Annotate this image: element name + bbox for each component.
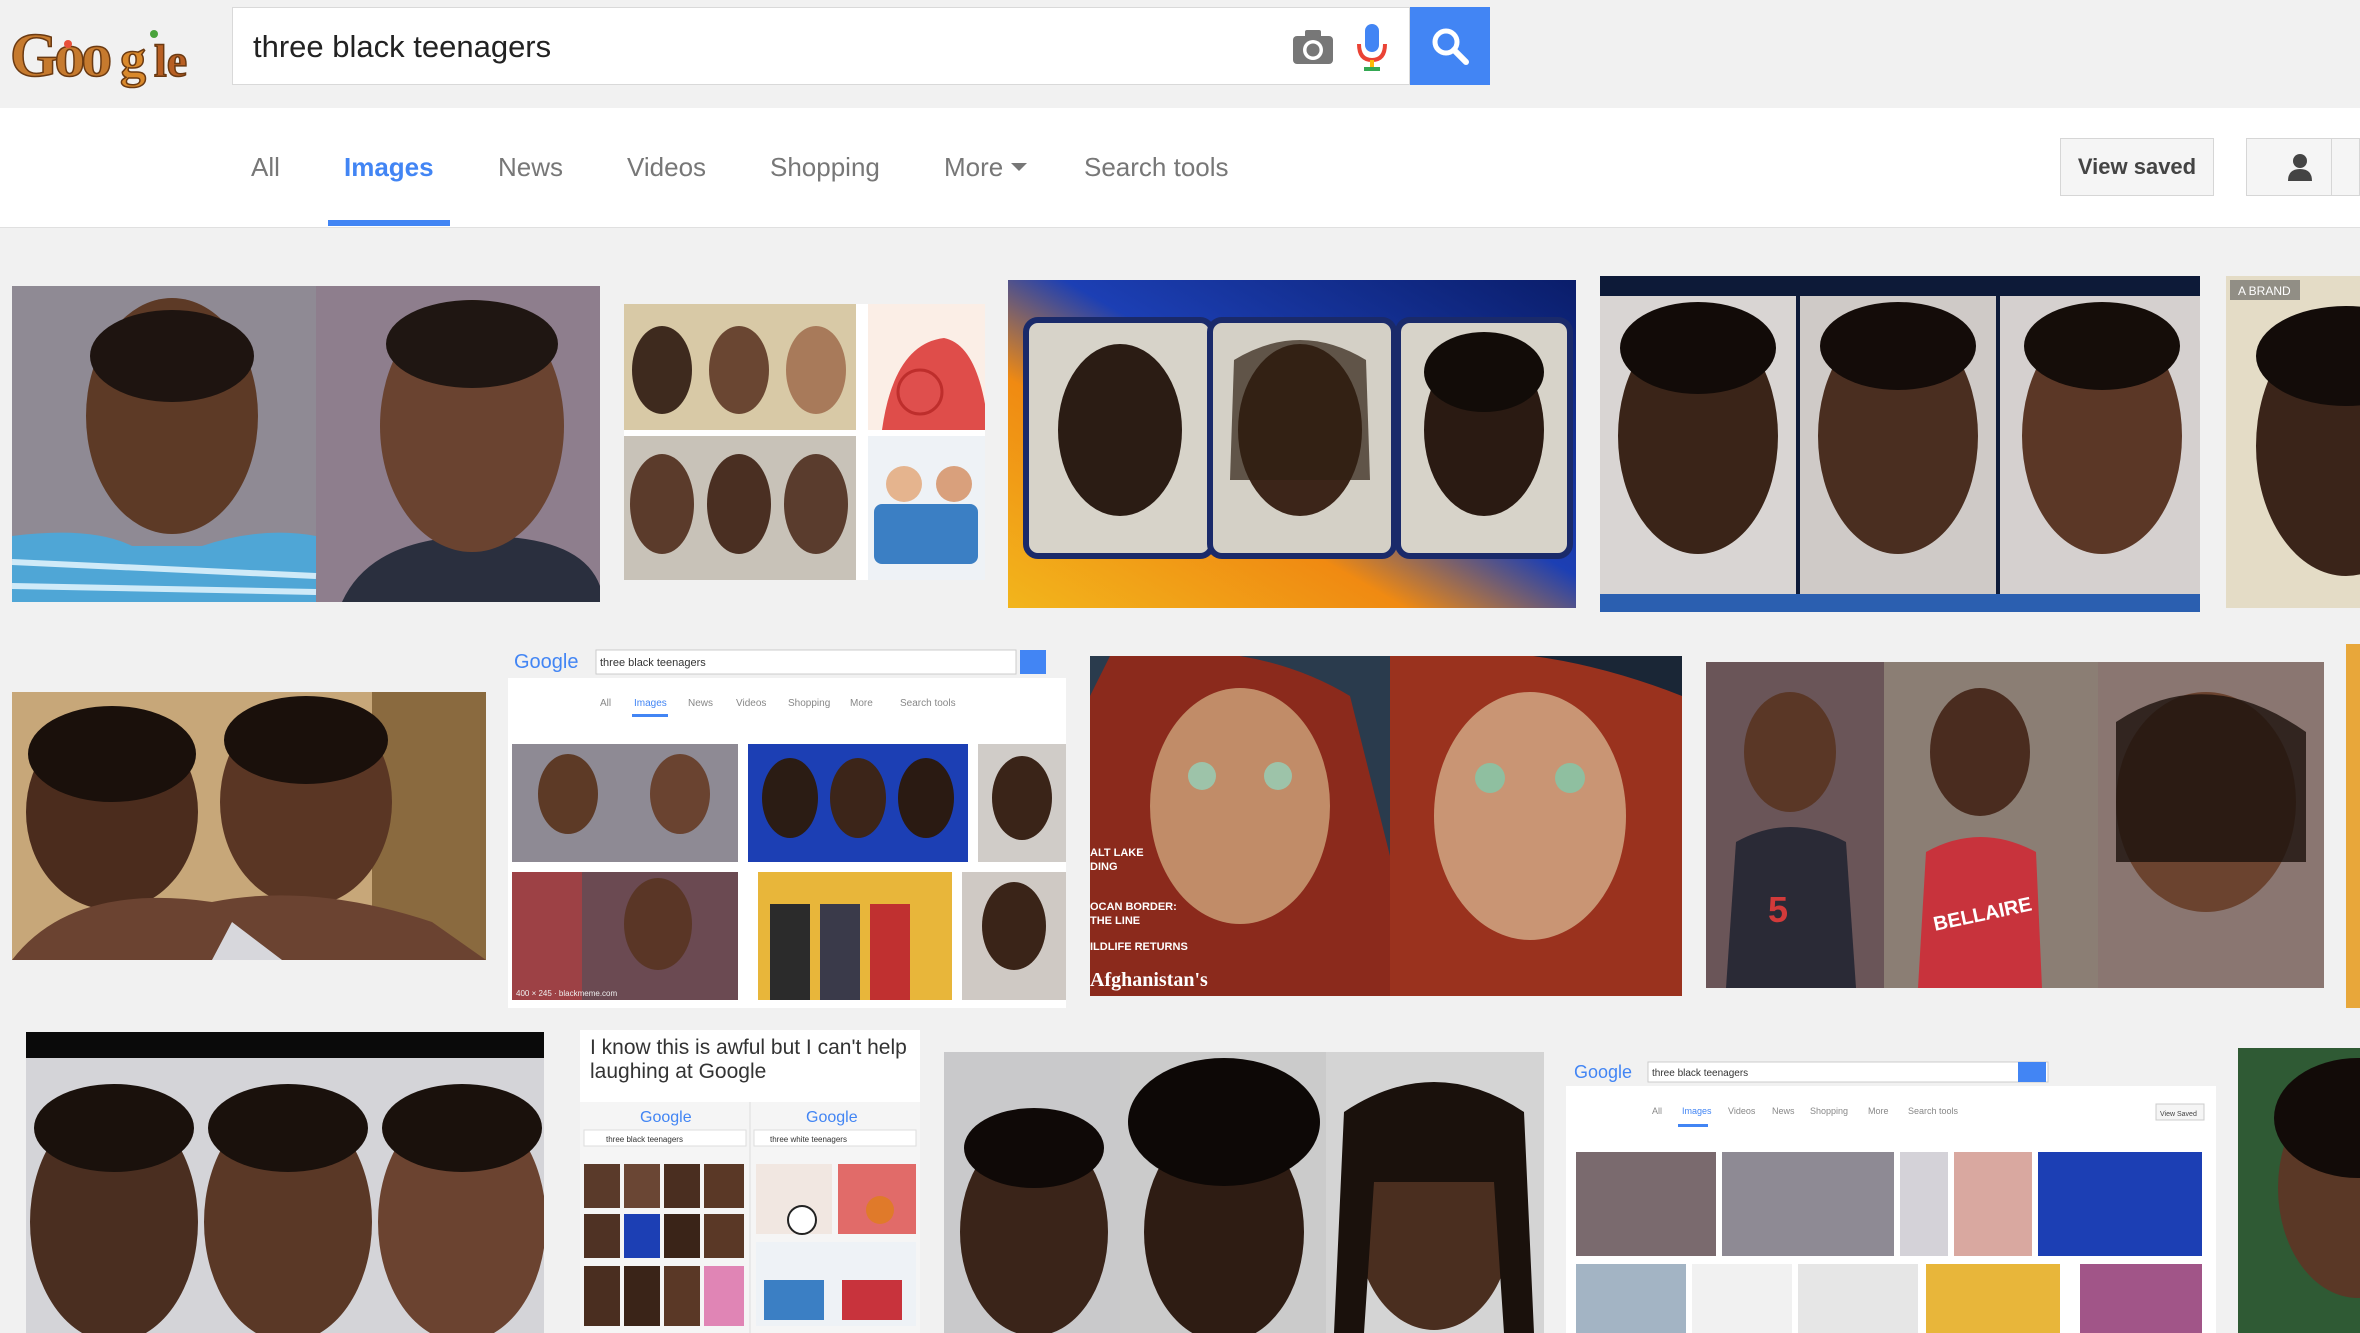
- magazine-cover-text: DING: [1090, 861, 1118, 873]
- microphone-icon[interactable]: [1355, 22, 1389, 74]
- svg-text:g: g: [120, 31, 146, 88]
- google-doodle-logo[interactable]: Goo g le: [8, 20, 198, 91]
- search-button[interactable]: [1410, 7, 1490, 85]
- meme-google-logo-left: Google: [640, 1109, 692, 1126]
- person-icon: [2288, 154, 2312, 181]
- mini-search-query: three black teenagers: [600, 657, 706, 669]
- tab-all[interactable]: All: [251, 108, 280, 228]
- image-result-2[interactable]: [624, 304, 985, 580]
- image-result-10[interactable]: [2346, 644, 2360, 1008]
- image-result-6[interactable]: [12, 692, 486, 960]
- tab-shopping[interactable]: Shopping: [770, 108, 880, 228]
- magazine-cover-text: ALT LAKE: [1090, 847, 1144, 859]
- mini-tab: News: [1772, 1106, 1795, 1116]
- image-result-7-search-screenshot[interactable]: Google three black teenagers All Images …: [508, 644, 1066, 1008]
- meme-google-logo-right: Google: [806, 1109, 858, 1126]
- mini-tab: Search tools: [900, 698, 956, 709]
- magazine-cover-title: Afghanistan's: [1090, 969, 1208, 991]
- mini-view-saved: View Saved: [2160, 1111, 2197, 1118]
- search-icon: [1432, 28, 1469, 65]
- top-bar: Goo g le: [0, 0, 2360, 108]
- image-result-14-search-screenshot[interactable]: Google three black teenagers All Images …: [1566, 1056, 2216, 1333]
- mini-tab: Videos: [1728, 1106, 1756, 1116]
- image-result-12-meme[interactable]: I know this is awful but I can't help la…: [580, 1030, 920, 1333]
- image-result-1[interactable]: [12, 286, 600, 602]
- active-tab-indicator: [328, 220, 450, 226]
- mini-google-logo: Google: [1574, 1062, 1632, 1082]
- divider: [2331, 139, 2332, 195]
- meme-query-right: three white teenagers: [770, 1135, 847, 1144]
- magazine-cover-text: ILDLIFE RETURNS: [1090, 941, 1188, 953]
- mini-footer: 400 × 245 · blackmeme.com: [516, 989, 617, 998]
- mini-tab: Search tools: [1908, 1106, 1959, 1116]
- search-nav: All Images News Videos Shopping More Sea…: [0, 108, 2360, 228]
- search-box[interactable]: [232, 7, 1410, 86]
- chevron-down-icon: [1011, 163, 1028, 172]
- image-result-3[interactable]: [1008, 280, 1576, 608]
- image-result-5[interactable]: A BRAND: [2226, 276, 2360, 608]
- mini-tab: Videos: [736, 698, 766, 709]
- mini-tab: Images: [634, 698, 667, 709]
- mini-search-query: three black teenagers: [1652, 1068, 1748, 1079]
- tab-news[interactable]: News: [498, 108, 563, 228]
- view-saved-button[interactable]: View saved: [2060, 138, 2214, 196]
- magazine-cover-text: OCAN BORDER:: [1090, 901, 1177, 913]
- magazine-cover-text: THE LINE: [1090, 915, 1140, 927]
- mini-tab: Images: [1682, 1106, 1712, 1116]
- meme-query-left: three black teenagers: [606, 1135, 683, 1144]
- account-button[interactable]: [2246, 138, 2360, 196]
- mini-tab: News: [688, 698, 713, 709]
- mini-tab: Shopping: [1810, 1106, 1848, 1116]
- image-tag: A BRAND: [2238, 284, 2291, 298]
- mini-tab: All: [1652, 1106, 1662, 1116]
- jersey-number: 5: [1768, 889, 1788, 930]
- mini-tab: More: [1868, 1106, 1889, 1116]
- image-result-15[interactable]: [2238, 1048, 2360, 1333]
- mini-tab: More: [850, 698, 873, 709]
- mini-tab: Shopping: [788, 698, 830, 709]
- tab-images[interactable]: Images: [344, 108, 434, 228]
- mini-tab: All: [600, 698, 611, 709]
- mini-google-logo: Google: [514, 651, 579, 673]
- tab-more[interactable]: More: [944, 108, 1028, 228]
- image-result-13[interactable]: [944, 1052, 1544, 1333]
- image-result-9[interactable]: 5 BELLAIRE: [1706, 662, 2324, 988]
- image-result-8[interactable]: ALT LAKE DING OCAN BORDER: THE LINE ILDL…: [1090, 656, 1682, 996]
- tab-search-tools[interactable]: Search tools: [1084, 108, 1229, 228]
- svg-text:le: le: [154, 35, 187, 86]
- search-input[interactable]: [253, 8, 1293, 86]
- tab-more-label: More: [944, 152, 1004, 182]
- image-result-11[interactable]: [26, 1032, 544, 1333]
- camera-icon[interactable]: [1291, 28, 1335, 66]
- tab-videos[interactable]: Videos: [627, 108, 706, 228]
- image-result-4[interactable]: [1600, 276, 2200, 612]
- svg-text:Goo: Goo: [10, 22, 110, 90]
